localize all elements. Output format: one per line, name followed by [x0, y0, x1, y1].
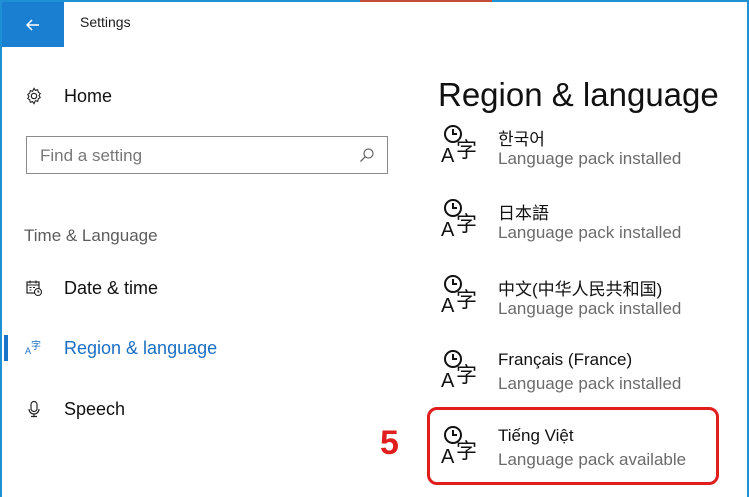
sidebar-item-home[interactable]: Home [24, 84, 112, 108]
sidebar-item-label: Region & language [64, 337, 218, 358]
svg-text:字: 字 [456, 138, 477, 162]
language-item-japanese[interactable]: A 字 日本語 Language pack installed [440, 197, 740, 257]
svg-text:A: A [441, 219, 455, 241]
arrow-left-icon [26, 18, 40, 31]
language-status: Language pack installed [498, 223, 682, 242]
svg-text:字: 字 [456, 288, 477, 312]
calendar-clock-icon [24, 278, 44, 298]
svg-text:字: 字 [456, 212, 477, 236]
window-left-border [0, 0, 2, 497]
back-button[interactable] [2, 2, 64, 47]
language-name: Français (France) [498, 350, 633, 369]
gear-icon [24, 86, 44, 106]
svg-text:A: A [441, 295, 455, 317]
language-item-french[interactable]: A 字 Français (France) Language pack inst… [440, 348, 740, 408]
app-title: Settings [80, 14, 131, 30]
step-number: 5 [380, 424, 399, 462]
language-status: Language pack installed [498, 299, 682, 318]
language-status: Language pack installed [498, 374, 682, 393]
language-pack-icon: A 字 [441, 125, 477, 167]
microphone-icon [24, 399, 44, 419]
language-item-chinese[interactable]: A 字 中文(中华人民共和国) Language pack installed [440, 273, 740, 333]
svg-text:字: 字 [456, 363, 477, 387]
sidebar-item-date-time[interactable]: Date & time [24, 275, 158, 301]
page-title: Region & language [438, 76, 719, 113]
language-name: 中文(中华人民共和国) [498, 280, 663, 299]
language-pack-icon: A 字 [441, 199, 477, 241]
search-input[interactable]: Find a setting [26, 136, 388, 174]
language-status: Language pack installed [498, 149, 682, 168]
language-item-korean[interactable]: A 字 한국어 Language pack installed [440, 123, 740, 183]
search-icon[interactable] [359, 147, 375, 168]
language-name: 日本語 [498, 204, 549, 223]
section-label: Time & Language [24, 226, 158, 245]
svg-text:字: 字 [31, 339, 41, 352]
sidebar-item-label: Home [64, 85, 113, 106]
sidebar-item-speech[interactable]: Speech [24, 396, 125, 422]
language-pack-icon: A 字 [441, 275, 477, 317]
highlight-box [427, 407, 719, 485]
language-pack-icon: A 字 [441, 350, 477, 392]
sidebar-item-region-language[interactable]: A 字 Region & language [24, 335, 217, 361]
svg-text:A: A [441, 145, 455, 167]
sidebar-item-label: Date & time [64, 277, 159, 298]
search-placeholder: Find a setting [40, 146, 143, 165]
svg-text:A: A [441, 370, 455, 392]
active-indicator [4, 335, 8, 361]
sidebar-item-label: Speech [64, 398, 126, 419]
language-name: 한국어 [498, 130, 545, 149]
language-icon: A 字 [24, 338, 44, 358]
